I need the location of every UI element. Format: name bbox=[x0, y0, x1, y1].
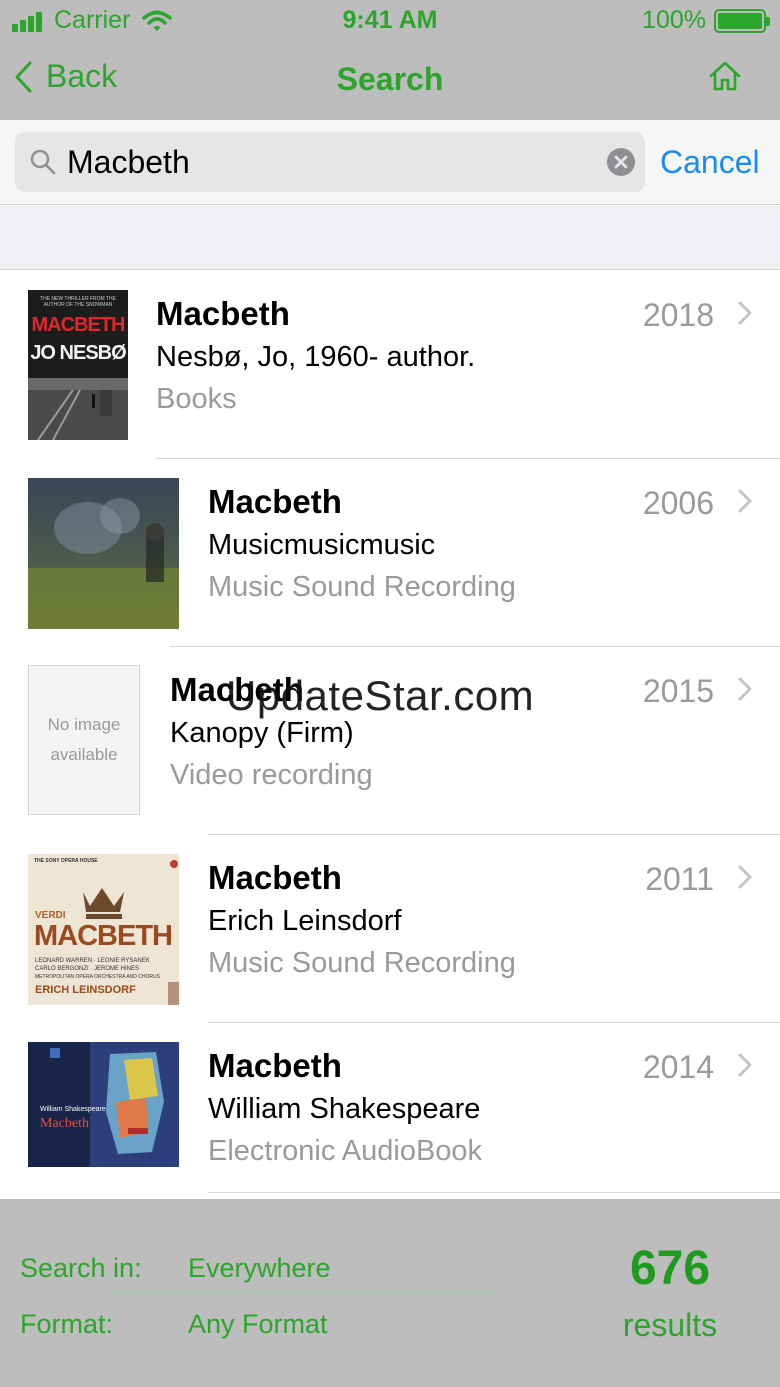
chevron-right-icon bbox=[738, 677, 752, 701]
result-format: Music Sound Recording bbox=[208, 947, 516, 979]
cover-conductor: ERICH LEINSDORF bbox=[35, 984, 136, 996]
navigation-bar: Back Search bbox=[0, 44, 780, 120]
chevron-right-icon bbox=[738, 301, 752, 325]
no-image-placeholder: No image available bbox=[28, 665, 140, 815]
status-right: 100% bbox=[642, 6, 770, 35]
home-button[interactable] bbox=[708, 60, 742, 97]
result-title: Macbeth bbox=[170, 671, 304, 708]
album-cover-image: THE SONY OPERA HOUSE VERDI MACBETH LEONA… bbox=[28, 854, 179, 1005]
clear-search-button[interactable] bbox=[607, 148, 635, 176]
search-icon bbox=[30, 149, 56, 175]
search-input[interactable] bbox=[67, 132, 597, 192]
close-icon bbox=[614, 155, 628, 169]
result-count: 676 bbox=[629, 1242, 711, 1295]
search-in-label: Search in: bbox=[20, 1253, 142, 1283]
result-author: Erich Leinsdorf bbox=[208, 905, 402, 937]
result-row[interactable]: William Shakespeare Macbeth Macbeth Will… bbox=[0, 1023, 780, 1193]
result-author: Nesbø, Jo, 1960- author. bbox=[156, 341, 476, 373]
book-cover-image: THE NEW THRILLER FROM THE AUTHOR OF THE … bbox=[28, 290, 128, 440]
format-selector[interactable]: Any Format bbox=[188, 1309, 328, 1340]
cover-tagline: THE NEW THRILLER FROM THE AUTHOR OF THE … bbox=[40, 296, 116, 308]
cancel-button[interactable]: Cancel bbox=[660, 144, 760, 181]
cover-credits: CARLO BERGONZI · JEROME HINES bbox=[35, 966, 140, 972]
status-bar: Carrier 9:41 AM 100% bbox=[0, 0, 780, 44]
result-title: Macbeth bbox=[208, 859, 342, 896]
album-cover-image bbox=[28, 478, 179, 629]
cover-work: MACBETH bbox=[34, 920, 173, 952]
result-title: Macbeth bbox=[208, 1047, 342, 1084]
result-format: Video recording bbox=[170, 759, 373, 791]
search-summary-footer: Search in: Everywhere Format: Any Format… bbox=[0, 1199, 780, 1387]
cover-label: THE SONY OPERA HOUSE bbox=[34, 858, 98, 864]
result-title: Macbeth bbox=[208, 483, 342, 520]
result-year: 2006 bbox=[642, 485, 714, 521]
cover-title: Macbeth bbox=[40, 1116, 89, 1131]
search-field bbox=[15, 132, 645, 192]
result-format: Books bbox=[156, 383, 237, 415]
search-in-selector[interactable]: Everywhere bbox=[188, 1253, 331, 1284]
audiobook-cover-image: William Shakespeare Macbeth bbox=[28, 1042, 179, 1167]
result-author: Kanopy (Firm) bbox=[170, 717, 354, 749]
cover-credits: METROPOLITAN OPERA ORCHESTRA AND CHORUS bbox=[35, 974, 160, 980]
result-year: 2011 bbox=[645, 861, 714, 897]
chevron-left-icon bbox=[15, 61, 32, 92]
battery-percent: 100% bbox=[642, 6, 706, 34]
result-author: William Shakespeare bbox=[208, 1093, 481, 1125]
home-icon bbox=[709, 61, 741, 91]
cover-title: MACBETH bbox=[31, 314, 126, 336]
chevron-right-icon bbox=[738, 1053, 752, 1077]
footer-divider bbox=[100, 1292, 500, 1293]
row-divider bbox=[208, 1192, 780, 1193]
back-button[interactable]: Back bbox=[14, 58, 117, 95]
chevron-right-icon bbox=[738, 865, 752, 889]
result-title: Macbeth bbox=[156, 295, 290, 332]
result-row[interactable]: THE SONY OPERA HOUSE VERDI MACBETH LEONA… bbox=[0, 835, 780, 1023]
no-image-text: No image bbox=[47, 715, 121, 734]
result-year: 2015 bbox=[642, 673, 714, 709]
result-row[interactable]: Macbeth Musicmusicmusic Music Sound Reco… bbox=[0, 459, 780, 647]
result-year: 2014 bbox=[642, 1049, 714, 1085]
search-bar: Cancel bbox=[0, 120, 780, 205]
result-row[interactable]: No image available Macbeth Kanopy (Firm)… bbox=[0, 647, 780, 835]
battery-icon bbox=[714, 8, 770, 33]
section-spacer bbox=[0, 206, 780, 270]
result-row[interactable]: THE NEW THRILLER FROM THE AUTHOR OF THE … bbox=[0, 271, 780, 459]
chevron-right-icon bbox=[738, 489, 752, 513]
result-format: Electronic AudioBook bbox=[208, 1135, 483, 1167]
cover-credits: LEONARD WARREN · LEONIE RYSANEK bbox=[35, 958, 150, 964]
back-label: Back bbox=[46, 58, 118, 94]
result-count-label: results bbox=[622, 1307, 718, 1343]
result-year: 2018 bbox=[642, 297, 714, 333]
format-label: Format: bbox=[20, 1309, 114, 1339]
cover-author: William Shakespeare bbox=[40, 1106, 106, 1113]
no-image-text: available bbox=[50, 745, 118, 764]
cover-author: JO NESBØ bbox=[30, 342, 126, 364]
result-format: Music Sound Recording bbox=[208, 571, 516, 603]
result-author: Musicmusicmusic bbox=[208, 529, 436, 561]
